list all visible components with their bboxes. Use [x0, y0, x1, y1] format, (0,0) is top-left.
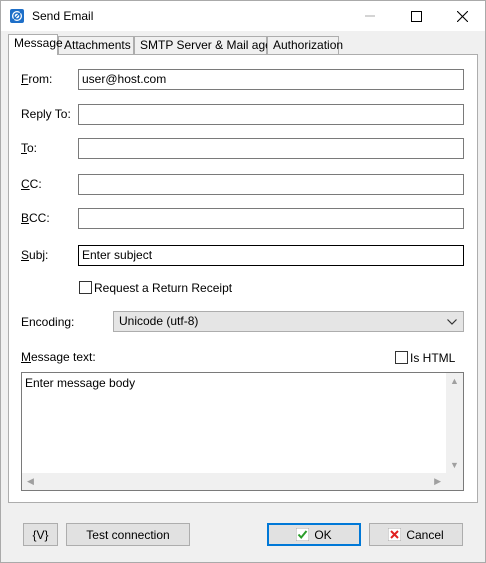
- minimize-icon: [365, 15, 375, 17]
- is-html-label: Is HTML: [410, 351, 456, 365]
- minimize-button[interactable]: [347, 1, 393, 31]
- close-button[interactable]: [439, 1, 485, 31]
- tab-authorization[interactable]: Authorization: [267, 36, 343, 55]
- ok-button[interactable]: OK: [267, 523, 361, 546]
- maximize-icon: [410, 10, 422, 22]
- encoding-select[interactable]: Unicode (utf-8): [113, 311, 464, 332]
- title-bar: Send Email: [1, 1, 485, 31]
- subject-label: Subj:: [21, 248, 49, 262]
- subject-field[interactable]: Enter subject: [78, 245, 464, 266]
- return-receipt-label: Request a Return Receipt: [94, 281, 233, 295]
- scroll-right-icon[interactable]: ▶: [434, 477, 441, 486]
- scroll-corner: [446, 473, 463, 490]
- x-icon: [388, 528, 402, 541]
- tab-attachments[interactable]: Attachments: [58, 36, 134, 55]
- reply-to-field[interactable]: [78, 104, 464, 125]
- cc-label: CC:: [21, 177, 42, 191]
- tab-message[interactable]: Message: [8, 34, 63, 55]
- send-email-dialog: Send Email Message Attachments SMTP Serv…: [0, 0, 486, 563]
- window-title: Send Email: [32, 9, 94, 23]
- tab-smtp-server[interactable]: SMTP Server & Mail agent: [134, 36, 282, 55]
- cc-field[interactable]: [78, 174, 464, 195]
- from-field[interactable]: user@host.com: [78, 69, 464, 90]
- variables-button[interactable]: {V}: [23, 523, 58, 546]
- message-body-textarea[interactable]: Enter message body ▲ ▼ ◀ ▶: [21, 372, 464, 491]
- horizontal-scrollbar[interactable]: ◀ ▶: [22, 473, 446, 490]
- email-send-icon: [10, 9, 24, 23]
- encoding-value: Unicode (utf-8): [119, 314, 199, 328]
- to-label: To:: [21, 141, 38, 155]
- message-body-text: Enter message body: [25, 376, 136, 390]
- encoding-label: Encoding:: [21, 315, 75, 329]
- close-icon: [456, 10, 468, 22]
- check-icon: [296, 528, 310, 541]
- scroll-down-icon[interactable]: ▼: [450, 461, 459, 470]
- is-html-checkbox[interactable]: [395, 351, 408, 364]
- bcc-label: BCC:: [21, 211, 50, 225]
- reply-to-label: Reply To:: [21, 107, 71, 121]
- scroll-left-icon[interactable]: ◀: [27, 477, 34, 486]
- maximize-button[interactable]: [393, 1, 439, 31]
- test-connection-button[interactable]: Test connection: [66, 523, 190, 546]
- cancel-button[interactable]: Cancel: [369, 523, 463, 546]
- vertical-scrollbar[interactable]: ▲ ▼: [446, 373, 463, 474]
- message-text-label: Message text:: [21, 350, 96, 364]
- from-label: From:: [21, 72, 53, 86]
- scroll-up-icon[interactable]: ▲: [450, 377, 459, 386]
- bcc-field[interactable]: [78, 208, 464, 229]
- return-receipt-checkbox[interactable]: [79, 281, 92, 294]
- chevron-down-icon: [446, 312, 458, 331]
- to-field[interactable]: [78, 138, 464, 159]
